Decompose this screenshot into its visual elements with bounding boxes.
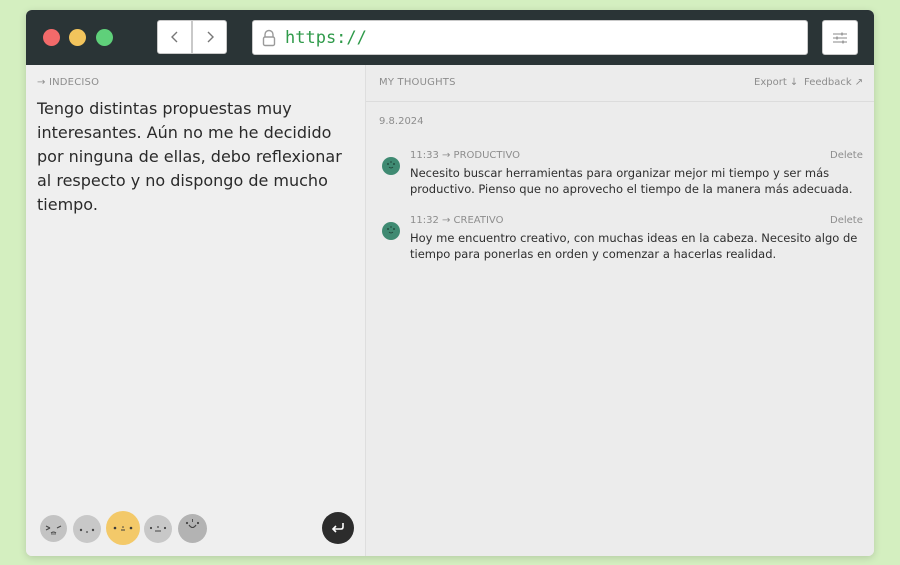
thought-text: Necesito buscar herramientas para organi… (410, 166, 853, 196)
thought-item: 11:32 → CREATIVO Delete Hoy me encuentro… (366, 214, 874, 264)
browser-toolbar: https:// (26, 10, 874, 65)
happy-face-icon (185, 519, 200, 529)
mood-avatar-icon (382, 157, 400, 175)
settings-button[interactable] (822, 20, 858, 55)
minimize-window-button[interactable] (69, 29, 86, 46)
thoughts-pane: MY THOUGHTS Export ↓ Feedback ↗ 9.8.2024… (366, 65, 874, 556)
chevron-left-icon (170, 31, 177, 43)
thought-meta: 11:33 → PRODUCTIVO (410, 150, 520, 161)
address-bar[interactable]: https:// (252, 20, 808, 55)
entry-text-area[interactable]: Tengo distintas propuestas muy interesan… (37, 97, 357, 217)
chevron-right-icon (207, 31, 214, 43)
mood-face-5[interactable] (178, 514, 207, 543)
thought-text: Hoy me encuentro creativo, con muchas id… (410, 231, 858, 261)
thoughts-header: MY THOUGHTS Export ↓ Feedback ↗ (366, 65, 874, 102)
sliders-icon (833, 32, 847, 43)
entry-pane: → INDECISO Tengo distintas propuestas mu… (26, 65, 366, 556)
back-button[interactable] (157, 20, 192, 54)
lock-icon (262, 29, 276, 46)
maximize-window-button[interactable] (96, 29, 113, 46)
url-text: https:// (285, 27, 367, 48)
mood-face-1[interactable] (40, 515, 67, 542)
delete-thought-button[interactable]: Delete (830, 215, 863, 226)
mood-face-3-selected[interactable] (106, 511, 140, 545)
close-window-button[interactable] (43, 29, 60, 46)
delete-thought-button[interactable]: Delete (830, 150, 863, 161)
thought-meta: 11:32 → CREATIVO (410, 215, 504, 226)
mood-face-2[interactable] (73, 515, 101, 543)
app-window: https:// → INDECISO Tengo distintas prop… (26, 10, 874, 556)
submit-entry-button[interactable] (322, 512, 354, 544)
enter-arrow-icon (331, 523, 344, 533)
export-link[interactable]: Export ↓ (754, 77, 798, 88)
calm-face-icon (149, 526, 167, 532)
date-group-label: 9.8.2024 (379, 116, 424, 127)
thought-item: 11:33 → PRODUCTIVO Delete Necesito busca… (366, 149, 874, 199)
frustrated-face-icon (45, 525, 62, 535)
thoughts-title: MY THOUGHTS (379, 77, 456, 88)
feedback-link[interactable]: Feedback ↗ (804, 77, 863, 88)
forward-button[interactable] (192, 20, 227, 54)
current-mood-label: → INDECISO (37, 77, 100, 88)
mood-face-4[interactable] (144, 515, 172, 543)
mood-avatar-icon (382, 222, 400, 240)
undecided-face-icon (113, 526, 133, 531)
neutral-face-icon (79, 528, 95, 533)
